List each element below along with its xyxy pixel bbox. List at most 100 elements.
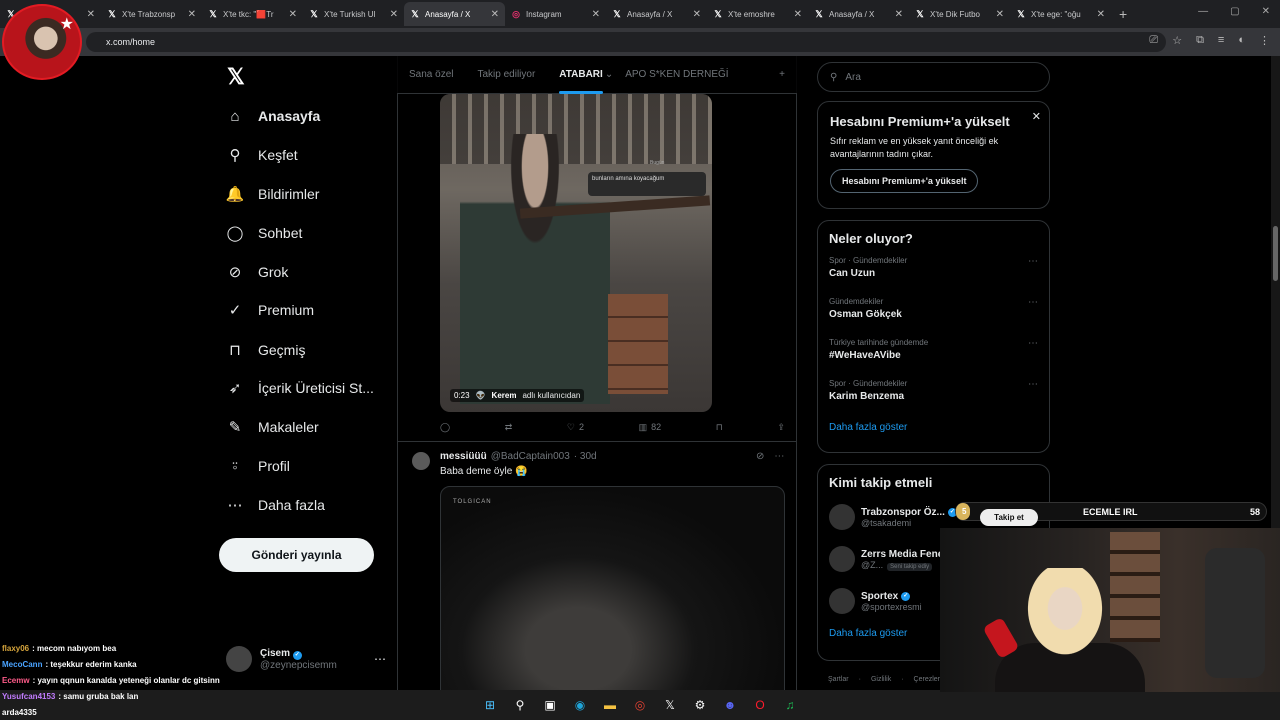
- close-icon[interactable]: ✕: [1032, 110, 1041, 123]
- minimize-icon[interactable]: —: [1198, 6, 1208, 17]
- nav-item-bell[interactable]: 🔔 Bildirimler: [226, 182, 320, 206]
- browser-tab[interactable]: 𝕏 X'te Dik Futbo ✕: [909, 2, 1010, 26]
- feed-tab[interactable]: ATABARI: [547, 56, 615, 94]
- nav-item-user[interactable]: ⍤ Profil: [226, 454, 289, 478]
- close-tab-icon[interactable]: ✕: [996, 9, 1004, 20]
- tweet-handle[interactable]: @BadCaptain003: [491, 451, 570, 462]
- extensions-icon[interactable]: ⧉: [1196, 34, 1204, 47]
- close-tab-icon[interactable]: ✕: [87, 9, 95, 20]
- spotify-icon[interactable]: ♫: [780, 695, 800, 715]
- more-icon[interactable]: ⋯: [1028, 256, 1038, 267]
- trend-item[interactable]: Spor · Gündemdekiler Karim Benzema ⋯: [829, 379, 1038, 410]
- follow-button[interactable]: Takip et: [980, 509, 1038, 526]
- discord-icon[interactable]: ☻: [720, 695, 740, 715]
- window-controls[interactable]: — ▢ ✕: [1198, 6, 1270, 17]
- share-icon[interactable]: ⇪: [777, 422, 785, 433]
- more-icon[interactable]: ⋯: [1028, 379, 1038, 390]
- retweet-icon[interactable]: ⇄: [505, 422, 513, 433]
- browser-tab[interactable]: 𝕏 X'te tkc: "🟥Tr ✕: [202, 2, 303, 26]
- x-logo-icon[interactable]: 𝕏: [227, 64, 245, 90]
- more-icon[interactable]: ⋯: [774, 451, 784, 462]
- tweet-time[interactable]: · 30d: [574, 451, 597, 462]
- footer-link[interactable]: Şartlar: [828, 676, 849, 683]
- steam-icon[interactable]: ⚙: [690, 695, 710, 715]
- profile-icon[interactable]: ◐: [1238, 34, 1245, 47]
- cast-icon[interactable]: ⎚: [1149, 34, 1158, 47]
- trend-item[interactable]: Türkiye tarihinde gündemde #WeHaveAVibe ⋯: [829, 338, 1038, 369]
- nav-item-rocket[interactable]: ➶ İçerik Üreticisi St...: [226, 376, 374, 400]
- nav-item-home[interactable]: ⌂ Anasayfa: [226, 104, 320, 128]
- feed-tab[interactable]: Sana özel: [397, 56, 465, 94]
- search-input[interactable]: ⚲ Ara: [817, 62, 1050, 92]
- browser-tab[interactable]: 𝕏 X'te ege: "oğu ✕: [1010, 2, 1111, 26]
- post-button[interactable]: Gönderi yayınla: [219, 538, 374, 572]
- close-tab-icon[interactable]: ✕: [592, 9, 600, 20]
- suggestion-handle-text: @sportexresmi: [861, 601, 922, 612]
- edge-icon[interactable]: ◉: [570, 695, 590, 715]
- more-icon[interactable]: ⋯: [1028, 297, 1038, 308]
- close-window-icon[interactable]: ✕: [1262, 6, 1270, 17]
- windows-icon[interactable]: ⊞: [480, 695, 500, 715]
- reply-icon[interactable]: ◯: [440, 422, 450, 433]
- article-icon: ✎: [228, 419, 242, 436]
- maximize-icon[interactable]: ▢: [1230, 6, 1239, 17]
- nav-label: Grok: [258, 264, 289, 280]
- feed-tab[interactable]: APO S*KEN DERNEĞİ: [613, 56, 740, 94]
- new-tab-icon[interactable]: +: [1119, 6, 1127, 22]
- scrollbar-thumb[interactable]: [1273, 226, 1278, 281]
- show-more-link[interactable]: Daha fazla göster: [829, 422, 1038, 433]
- opera-icon[interactable]: O: [750, 695, 770, 715]
- browser-tab[interactable]: 𝕏 X'te emoshre ✕: [707, 2, 808, 26]
- nav-item-search[interactable]: ⚲ Keşfet: [226, 143, 298, 167]
- premium-upgrade-button[interactable]: Hesabını Premium+'a yükselt: [830, 169, 979, 194]
- browser-tab[interactable]: ◎ Instagram ✕: [505, 2, 606, 26]
- footer-link[interactable]: Çerezler: [914, 676, 940, 683]
- address-bar[interactable]: x.com/home: [86, 32, 1166, 52]
- feed-tab[interactable]: Takip ediliyor: [465, 56, 547, 94]
- suggestion-name-text: Trabzonspor Öz...: [861, 506, 945, 518]
- nav-item-more[interactable]: ⋯ Daha fazla: [226, 493, 325, 517]
- nav-item-article[interactable]: ✎ Makaleler: [226, 415, 319, 439]
- more-icon[interactable]: ⋯: [1028, 338, 1038, 349]
- bookmark-star-icon[interactable]: ☆: [1172, 34, 1182, 47]
- close-tab-icon[interactable]: ✕: [289, 9, 297, 20]
- close-tab-icon[interactable]: ✕: [1097, 9, 1105, 20]
- credit-user[interactable]: Kerem: [492, 391, 517, 400]
- nav-item-chat[interactable]: ◯ Sohbet: [226, 221, 303, 245]
- tweet-author[interactable]: messiüüü: [440, 451, 487, 462]
- tweet-video[interactable]: TOLGICAN: [440, 486, 785, 720]
- browser-tab[interactable]: 𝕏 Anasayfa / X ✕: [606, 2, 707, 26]
- folder-icon[interactable]: ▬: [600, 695, 620, 715]
- avatar[interactable]: [412, 452, 430, 470]
- nav-item-bookmark[interactable]: ⊓ Geçmiş: [226, 338, 305, 362]
- taskview-icon[interactable]: ▣: [540, 695, 560, 715]
- trend-item[interactable]: Gündemdekiler Osman Gökçek ⋯: [829, 297, 1038, 328]
- views-button[interactable]: ▥ 82: [639, 422, 662, 433]
- tweet-video[interactable]: bunların amına koyacağum Bugün: [440, 94, 712, 412]
- like-button[interactable]: ♡ 2: [567, 422, 584, 433]
- trends-card: Neler oluyor? Spor · Gündemdekiler Can Uz…: [817, 220, 1050, 453]
- search-icon[interactable]: ⚲: [510, 695, 530, 715]
- browser-tab[interactable]: 𝕏 X'te Trabzonsp ✕: [101, 2, 202, 26]
- x-icon[interactable]: 𝕏: [660, 695, 680, 715]
- nav-item-grok[interactable]: ⊘ Grok: [226, 260, 289, 284]
- close-tab-icon[interactable]: ✕: [794, 9, 802, 20]
- media-icon[interactable]: ≡: [1218, 34, 1224, 47]
- browser-tab[interactable]: 𝕏 Anasayfa / X ✕: [404, 2, 505, 26]
- close-tab-icon[interactable]: ✕: [693, 9, 701, 20]
- close-tab-icon[interactable]: ✕: [895, 9, 903, 20]
- chrome-icon[interactable]: ◎: [630, 695, 650, 715]
- menu-icon[interactable]: ⋮: [1259, 34, 1270, 47]
- bookmark-icon[interactable]: ⊓: [716, 422, 723, 433]
- close-tab-icon[interactable]: ✕: [188, 9, 196, 20]
- add-tab-icon[interactable]: +: [767, 56, 797, 94]
- close-tab-icon[interactable]: ✕: [390, 9, 398, 20]
- browser-tab[interactable]: 𝕏 Anasayfa / X ✕: [808, 2, 909, 26]
- footer-link[interactable]: Gizlilik: [871, 676, 891, 683]
- nav-item-premium[interactable]: ✓ Premium: [226, 298, 314, 322]
- grok-icon[interactable]: ⊘: [756, 451, 764, 462]
- trend-item[interactable]: Spor · Gündemdekiler Can Uzun ⋯: [829, 256, 1038, 287]
- more-icon[interactable]: ⋯: [374, 652, 386, 666]
- close-tab-icon[interactable]: ✕: [491, 9, 499, 20]
- browser-tab[interactable]: 𝕏 X'te Turkish Ul ✕: [303, 2, 404, 26]
